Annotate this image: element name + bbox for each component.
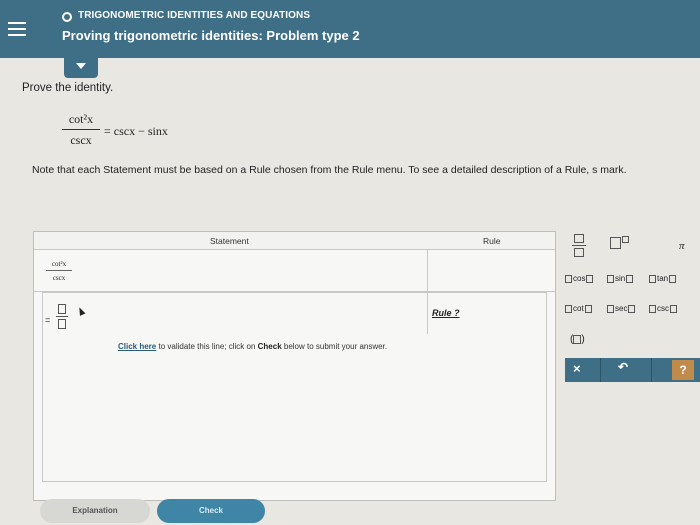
statement-numerator: cot²x [46,260,72,271]
rule-header: Rule [483,236,501,246]
math-toolbar: π cos sin tan cot sec csc () × ↶ ? [562,230,700,390]
fraction-template-button[interactable] [572,234,586,257]
sec-label: sec [615,304,628,313]
sin-button[interactable]: sin [606,274,634,283]
action-divider [651,358,652,382]
clear-button[interactable]: × [573,361,581,376]
help-button[interactable]: ? [672,360,694,380]
check-button[interactable]: Check [157,499,265,523]
identity-fraction: cot²x cscx [62,112,100,148]
hamburger-menu-icon[interactable] [8,22,26,38]
table-row: cot²x cscx [34,250,555,292]
validate-text-mid: to validate this line; click on [156,342,258,351]
tan-button[interactable]: tan [648,274,677,283]
cos-button[interactable]: cos [564,274,594,283]
validate-check-word: Check [257,342,282,351]
statement-denominator: cscx [52,274,66,282]
click-here-link[interactable]: Click here [118,342,156,351]
header-bar: TRIGONOMETRIC IDENTITIES AND EQUATIONS P… [0,0,700,58]
explanation-button[interactable]: Explanation [40,499,150,523]
undo-icon[interactable]: ↶ [618,360,628,374]
exponent-template-button[interactable] [610,236,629,254]
note-text: Note that each Statement must be based o… [32,164,627,176]
identity-numerator: cot²x [62,112,100,130]
progress-circle-icon [62,12,72,22]
sin-label: sin [615,274,626,283]
instruction-text: Prove the identity. [22,82,114,94]
table-header: Statement Rule [34,232,555,250]
sec-button[interactable]: sec [606,304,636,313]
cot-label: cot [573,304,584,313]
proof-table: Statement Rule cot²x cscx = Rule ? Click… [33,231,556,501]
toolbar-row-templates: π [562,230,700,260]
csc-button[interactable]: csc [648,304,678,313]
collapse-toggle-button[interactable] [64,54,98,78]
paren-close: ) [581,334,585,345]
chevron-down-icon [76,63,86,69]
parentheses-button[interactable]: () [570,334,585,345]
cot-button[interactable]: cot [564,304,593,313]
validation-area [42,292,547,482]
validate-text-end: below to submit your answer. [281,342,388,351]
pi-button[interactable]: π [679,240,685,252]
statement-fraction: cot²x cscx [46,260,72,282]
identity-denominator: cscx [70,133,92,147]
cos-label: cos [573,274,586,283]
tan-label: tan [657,274,669,283]
toolbar-actions: × ↶ ? [565,358,700,382]
csc-label: csc [657,304,669,313]
identity-rhs: = cscx − sinx [104,124,168,138]
action-divider [600,358,601,382]
statement-header: Statement [210,236,249,246]
validate-text: Click here to validate this line; click … [118,342,387,351]
problem-title: Proving trigonometric identities: Proble… [62,28,360,43]
topic-title: TRIGONOMETRIC IDENTITIES AND EQUATIONS [78,10,311,21]
